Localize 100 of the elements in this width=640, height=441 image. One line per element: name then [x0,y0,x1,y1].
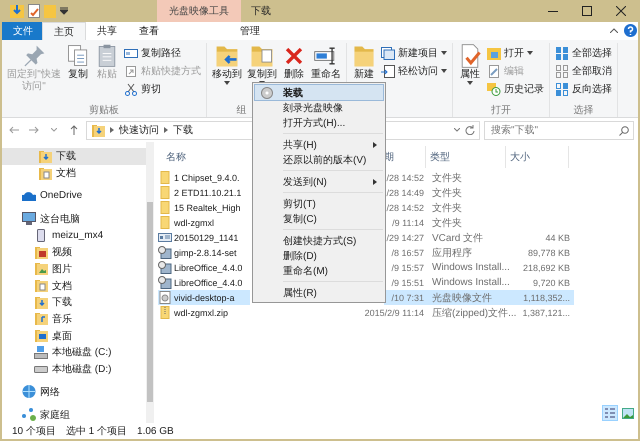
ribbon-button[interactable]: 移动到 [210,43,244,103]
caret-icon [610,28,618,32]
file-name: 2 ETD11.10.21.1 [174,188,242,198]
nav-item[interactable]: 下载 [2,294,146,311]
new-item-icon [381,46,395,60]
search-icon [619,126,629,136]
file-type: Windows Install... [431,276,511,290]
file-name-cell[interactable]: 20150129_1141 [158,230,250,245]
file-type: 文件夹 [431,202,463,215]
thumbnails-view-button[interactable] [620,405,636,421]
nav-item[interactable]: 音乐 [2,310,146,328]
menu-item[interactable]: 删除(D) [255,248,383,263]
menu-item[interactable]: 刻录光盘映像 [255,100,383,115]
nav-item[interactable]: 这台电脑 [2,210,146,227]
breadcrumb[interactable]: 快速访问 [119,123,159,137]
date-modified: /8 16:57 [390,246,425,260]
refresh-icon[interactable] [465,125,475,135]
file-name-cell[interactable]: gimp-2.8.14-set [158,245,250,260]
ribbon-button[interactable]: 反向选择 [553,81,614,97]
file-name-cell[interactable]: vivid-desktop-a [158,290,250,305]
drive-icon [34,346,48,359]
menu-item[interactable]: 装载 [255,85,383,100]
ribbon-button[interactable]: 复制 [64,43,92,103]
path-icon [124,46,138,60]
nav-item[interactable]: 桌面 [2,327,146,344]
menu-item[interactable]: 发送到(N) [255,174,383,189]
file-name: wdl-zgmxl [174,218,214,228]
ribbon-button[interactable]: 复制路径 [122,45,203,61]
chevron-icon [164,127,168,133]
history-icon [487,82,501,96]
date-modified: /28 14:52 [385,202,425,214]
search-field[interactable]: 搜索"下载" [484,120,634,140]
nav-item[interactable]: 文档 [2,277,146,294]
select-all-icon [555,46,569,60]
folder-icon [158,171,172,184]
nav-item[interactable]: 网络 [2,384,146,400]
properties-icon[interactable] [28,4,40,18]
dropdown-arrow-icon [527,51,533,55]
nav-item[interactable]: 视频 [2,244,146,260]
details-view-button[interactable] [602,405,618,421]
file-name-cell[interactable]: 2 ETD11.10.21.1 [158,185,250,200]
date-modified: /29 14:27 [385,232,425,244]
scrollbar[interactable] [146,142,154,423]
chevron-icon[interactable] [454,128,460,132]
menu-item[interactable]: 共享(H) [255,137,383,152]
cloud-icon [22,189,36,202]
music-folder-icon [34,312,48,326]
file-size: 218,692 KB [522,262,571,274]
zip-folder-icon [158,306,172,319]
menu-item[interactable]: 属性(R) [255,285,383,300]
column-header[interactable]: 类型 [430,150,450,164]
file-name-cell[interactable]: 15 Realtek_High [158,200,250,215]
nav-item[interactable]: 家庭组 [2,406,146,424]
nav-item[interactable]: OneDrive [2,187,146,204]
ribbon-tab[interactable]: 文件 [2,22,42,40]
menu-item[interactable]: 创建快捷方式(S) [255,233,383,248]
menu-item[interactable]: 重命名(M) [255,263,383,278]
nav-item[interactable]: 本地磁盘 (C:) [2,344,146,361]
customize-menu-icon[interactable] [60,7,68,15]
date-modified: /28 14:49 [385,186,425,200]
ribbon-button[interactable]: 轻松访问 [379,63,449,79]
phone-icon [34,228,48,242]
ribbon-button[interactable]: 全部选择 [553,45,614,61]
file-name: 15 Realtek_High [174,202,241,212]
download-folder-icon [91,124,105,136]
column-header[interactable]: 大小 [510,150,530,164]
date-modified: /28 14:52 [385,172,425,184]
help-button[interactable] [622,22,638,38]
column-header[interactable]: 名称 [166,150,186,164]
ribbon-button[interactable]: 属性 [456,43,484,103]
menu-item[interactable]: 剪切(T) [255,196,383,211]
file-name-cell[interactable]: LibreOffice_4.4.0 [158,260,250,275]
nav-item[interactable]: meizu_mx4 [2,226,146,244]
file-size: 1,387,121... [521,306,571,320]
ribbon-button[interactable]: 新建项目 [379,45,449,61]
menu-item[interactable]: 复制(C) [255,211,383,226]
documents-folder-icon [34,279,48,292]
desktop-folder-icon [34,329,48,342]
group-label: 打开 [491,104,511,117]
ribbon-button[interactable]: 剪切 [122,81,203,97]
menu-item[interactable]: 还原以前的版本(V) [255,152,383,167]
chevron-icon [110,127,114,133]
nav-item[interactable]: 下载 [2,148,146,165]
file-name-cell[interactable]: 1 Chipset_9.4.0. [158,170,250,185]
download-folder-icon[interactable] [10,4,24,18]
menu-item[interactable]: 打开方式(H)... [255,115,383,130]
nav-item[interactable]: 图片 [2,260,146,278]
ribbon-button[interactable]: 全部取消 [553,63,614,79]
breadcrumb[interactable]: 下载 [173,123,193,137]
ribbon-tab[interactable]: 主页 [42,22,86,40]
dropdown-arrow-icon [441,51,447,55]
file-name-cell[interactable]: LibreOffice_4.4.0 [158,275,250,290]
file-name-cell[interactable]: wdl-zgmxl [158,215,250,230]
file-name-cell[interactable]: wdl-zgmxl.zip [158,305,250,320]
ribbon-button[interactable]: 历史记录 [485,81,546,97]
dropdown-arrow-icon [224,81,230,85]
ribbon-button[interactable]: 打开 [485,45,546,61]
videos-folder-icon [34,246,48,259]
nav-item[interactable]: 本地磁盘 (D:) [2,360,146,378]
nav-item[interactable]: 文档 [2,164,146,182]
